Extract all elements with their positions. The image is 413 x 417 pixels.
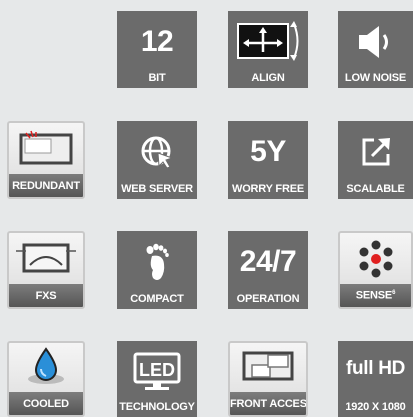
bit-tile: 12 BIT bbox=[117, 11, 197, 88]
worry-free-label: WORRY FREE bbox=[232, 183, 304, 195]
web-server-tile: WEB SERVER bbox=[117, 121, 197, 199]
sense-tile: SENSE6 bbox=[338, 231, 413, 309]
worry-free-value: 5Y bbox=[250, 135, 286, 168]
water-drop-icon bbox=[9, 343, 83, 391]
worry-free-tile: 5Y WORRY FREE bbox=[228, 121, 308, 199]
front-access-tile: FRONT ACCESS bbox=[228, 341, 308, 417]
bit-label: BIT bbox=[148, 72, 166, 84]
monitor-align-icon bbox=[228, 11, 308, 73]
cooled-tile: COOLED bbox=[7, 341, 85, 417]
redundant-tile: REDUNDANT bbox=[7, 121, 85, 199]
technology-label: TECHNOLOGY bbox=[119, 401, 195, 413]
front-access-icon bbox=[230, 343, 306, 391]
globe-cursor-icon bbox=[117, 121, 197, 183]
operation-tile: 24/7 OPERATION bbox=[228, 231, 308, 309]
sensor-dots-icon bbox=[340, 233, 411, 285]
fxs-label: FXS bbox=[35, 290, 57, 302]
redundant-display-icon bbox=[9, 123, 83, 175]
operation-label: OPERATION bbox=[236, 293, 300, 305]
svg-text:LED: LED bbox=[139, 360, 175, 380]
bit-value: 12 bbox=[140, 25, 174, 58]
led-monitor-icon: LED bbox=[117, 341, 197, 399]
align-tile: ALIGN bbox=[228, 11, 308, 88]
compact-tile: COMPACT bbox=[117, 231, 197, 309]
compact-label: COMPACT bbox=[130, 293, 184, 305]
footprint-icon bbox=[117, 231, 197, 293]
full-hd-label: 1920 X 1080 bbox=[345, 401, 406, 413]
expand-arrow-icon bbox=[338, 121, 413, 183]
full-hd-tile: full HD 1920 X 1080 bbox=[338, 341, 413, 417]
align-label: ALIGN bbox=[251, 72, 285, 84]
technology-tile: LED TECHNOLOGY bbox=[117, 341, 197, 417]
cooled-label: COOLED bbox=[23, 398, 69, 410]
fxs-display-icon bbox=[9, 233, 83, 285]
full-hd-value: full HD bbox=[345, 358, 406, 379]
web-server-label: WEB SERVER bbox=[121, 183, 193, 195]
low-noise-tile: LOW NOISE bbox=[338, 11, 413, 88]
fxs-tile: FXS bbox=[7, 231, 85, 309]
sense-label: SENSE6 bbox=[355, 290, 396, 302]
low-noise-label: LOW NOISE bbox=[344, 72, 407, 84]
speaker-icon bbox=[338, 11, 413, 73]
front-access-label: FRONT ACCESS bbox=[230, 398, 308, 410]
scalable-label: SCALABLE bbox=[346, 183, 405, 195]
operation-value: 24/7 bbox=[239, 245, 297, 278]
scalable-tile: SCALABLE bbox=[338, 121, 413, 199]
redundant-label: REDUNDANT bbox=[12, 180, 80, 192]
sense-superscript: 6 bbox=[392, 290, 396, 297]
